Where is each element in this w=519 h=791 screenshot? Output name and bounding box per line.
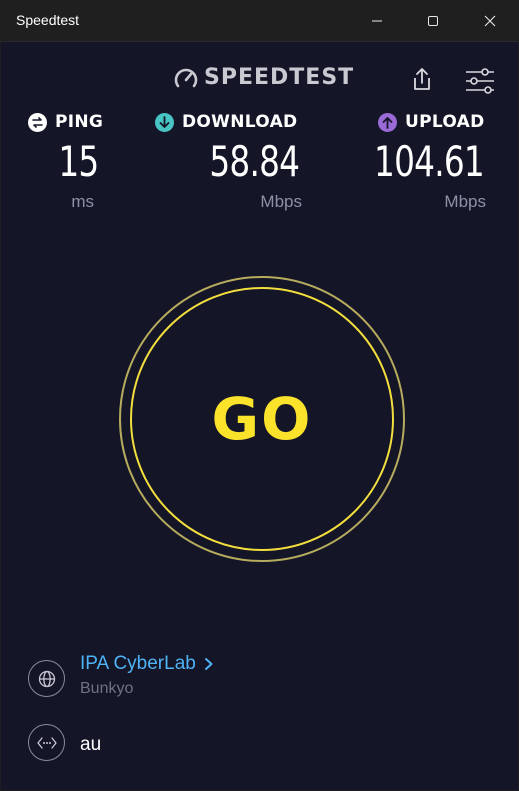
upload-arrow-icon [378,112,397,132]
logo-text: SPEEDTEST [204,65,355,90]
maximize-icon [428,16,438,26]
go-button[interactable]: GO [119,276,405,562]
server-name: IPA CyberLab [80,653,196,674]
server-location: Bunkyo [80,680,134,697]
close-button[interactable] [467,0,513,42]
share-icon [414,68,430,90]
download-value: 58.84 [209,137,300,186]
download-arrow-icon [155,112,174,132]
network-icon [28,724,65,761]
download-header: DOWNLOAD [155,112,297,132]
upload-unit: Mbps [444,192,486,211]
upload-header: UPLOAD [378,112,485,132]
share-button[interactable] [407,64,437,94]
go-label: GO [211,385,313,453]
sliders-icon [466,68,494,94]
minimize-button[interactable] [354,0,400,42]
upload-value: 104.61 [374,137,485,186]
maximize-button[interactable] [410,0,456,42]
speedtest-logo: SPEEDTEST [174,65,354,90]
window-title: Speedtest [16,12,80,28]
ping-icon [28,112,47,132]
ping-header: PING [28,112,103,132]
go-inner-ring: GO [130,287,394,551]
chevron-right-icon [204,658,213,670]
ping-label: PING [55,112,104,132]
globe-icon [28,660,65,697]
server-link[interactable]: IPA CyberLab [80,653,216,675]
download-unit: Mbps [260,192,302,211]
app-content: SPEEDTEST PING 15 ms DOWNLOAD 58.84 Mbps… [1,42,518,790]
close-icon [484,15,496,27]
gauge-icon [174,68,198,87]
upload-label: UPLOAD [405,112,485,132]
settings-button[interactable] [463,66,497,96]
ping-value: 15 [57,137,99,186]
minimize-icon [372,20,382,22]
ping-unit: ms [71,192,94,211]
download-label: DOWNLOAD [182,112,298,132]
window-titlebar: Speedtest [0,0,519,42]
isp-name: au [80,734,102,755]
